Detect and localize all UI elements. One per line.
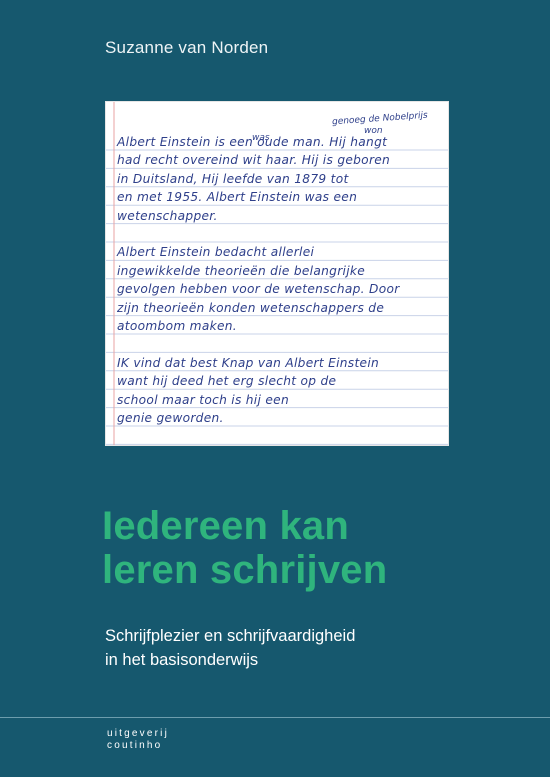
publisher-logo: uitgeverij coutinho (107, 728, 169, 752)
handwritten-line: IK vind dat best Knap van Albert Einstei… (117, 355, 380, 370)
book-subtitle: Schrijfplezier en schrijfvaardigheid in … (105, 624, 355, 672)
handwritten-line: wetenschapper. (117, 208, 218, 223)
handwritten-line: ingewikkelde theorieën die belangrijke (117, 263, 366, 278)
handwritten-line: school maar toch is hij een (117, 392, 289, 407)
title-line-1: Iedereen kan (102, 504, 349, 548)
handwritten-line: atoombom maken. (117, 319, 237, 333)
subtitle-line-2: in het basisonderwijs (105, 651, 259, 669)
divider (0, 717, 550, 718)
handwritten-line: Albert Einstein is een oude man. Hij han… (117, 135, 388, 149)
handwritten-line: want hij deed het erg slecht op de (117, 374, 337, 389)
handwritten-line: had recht overeind wit haar. Hij is gebo… (117, 153, 391, 168)
subtitle-line-1: Schrijfplezier en schrijfvaardigheid (105, 627, 356, 645)
handwritten-page-image: was genoeg de Nobelprijs won Albert Eins… (105, 101, 449, 446)
handwritten-line: genie geworden. (117, 411, 224, 425)
publisher-line-1: uitgeverij (107, 728, 170, 739)
handwritten-line: zijn theorieën konden wetenschappers de (117, 300, 385, 315)
book-title: Iedereen kan leren schrijven (102, 504, 387, 592)
title-line-2: leren schrijven (102, 548, 388, 592)
handwritten-line: in Duitsland, Hij leefde van 1879 tot (117, 171, 349, 186)
handwritten-line: gevolgen hebben voor de wetenschap. Door (117, 282, 400, 297)
publisher-line-2: coutinho (107, 740, 163, 751)
handwritten-line: Albert Einstein bedacht allerlei (117, 245, 315, 260)
author-name: Suzanne van Norden (105, 38, 269, 57)
handwritten-line: en met 1955. Albert Einstein was een (117, 190, 358, 205)
